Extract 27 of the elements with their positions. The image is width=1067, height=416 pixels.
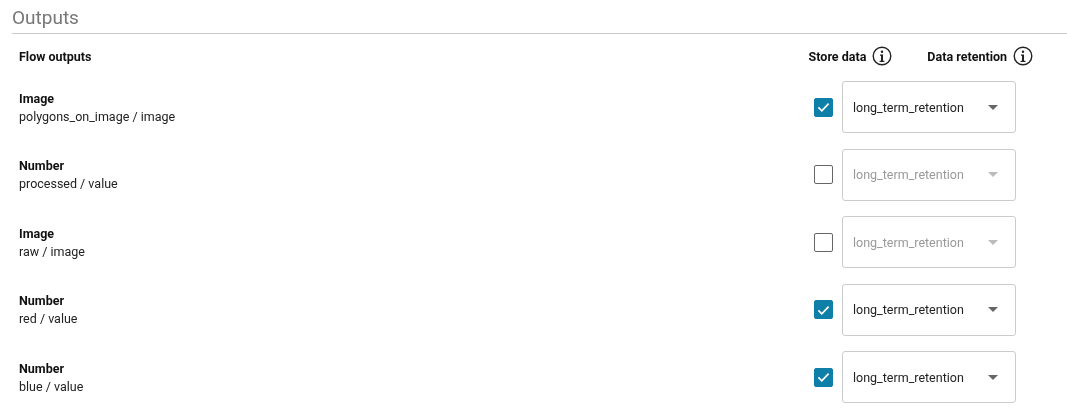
- caret-icon: [988, 104, 998, 110]
- output-path: polygons_on_image / image: [19, 108, 177, 124]
- output-path: raw / image: [19, 243, 86, 259]
- retention-dropdown[interactable]: long_term_retention: [842, 351, 1016, 403]
- caret-icon: [988, 172, 998, 177]
- output-type: Image: [19, 225, 56, 241]
- info-icon[interactable]: [1013, 46, 1033, 66]
- column-header: Data retention: [927, 48, 1007, 64]
- output-path: red / value: [19, 311, 79, 326]
- output-type: Number: [19, 360, 65, 376]
- caret-icon: [988, 307, 998, 312]
- store-data-checkbox[interactable]: [814, 367, 833, 387]
- caret-icon: [988, 374, 998, 380]
- info-icon[interactable]: [872, 46, 893, 66]
- caret-icon: [988, 239, 998, 245]
- output-path: processed / value: [19, 176, 119, 191]
- retention-dropdown[interactable]: long_term_retention: [842, 81, 1016, 133]
- output-type: Number: [19, 158, 65, 173]
- column-header: Flow outputs: [19, 48, 93, 64]
- output-type: Image: [19, 90, 56, 106]
- section-title: Outputs: [12, 6, 79, 30]
- column-header: Store data: [808, 48, 867, 64]
- retention-dropdown[interactable]: long_term_retention: [842, 283, 1016, 336]
- output-type: Number: [19, 293, 65, 308]
- output-path: blue / value: [19, 378, 85, 394]
- store-data-checkbox[interactable]: [814, 97, 833, 117]
- store-data-checkbox[interactable]: [814, 300, 833, 319]
